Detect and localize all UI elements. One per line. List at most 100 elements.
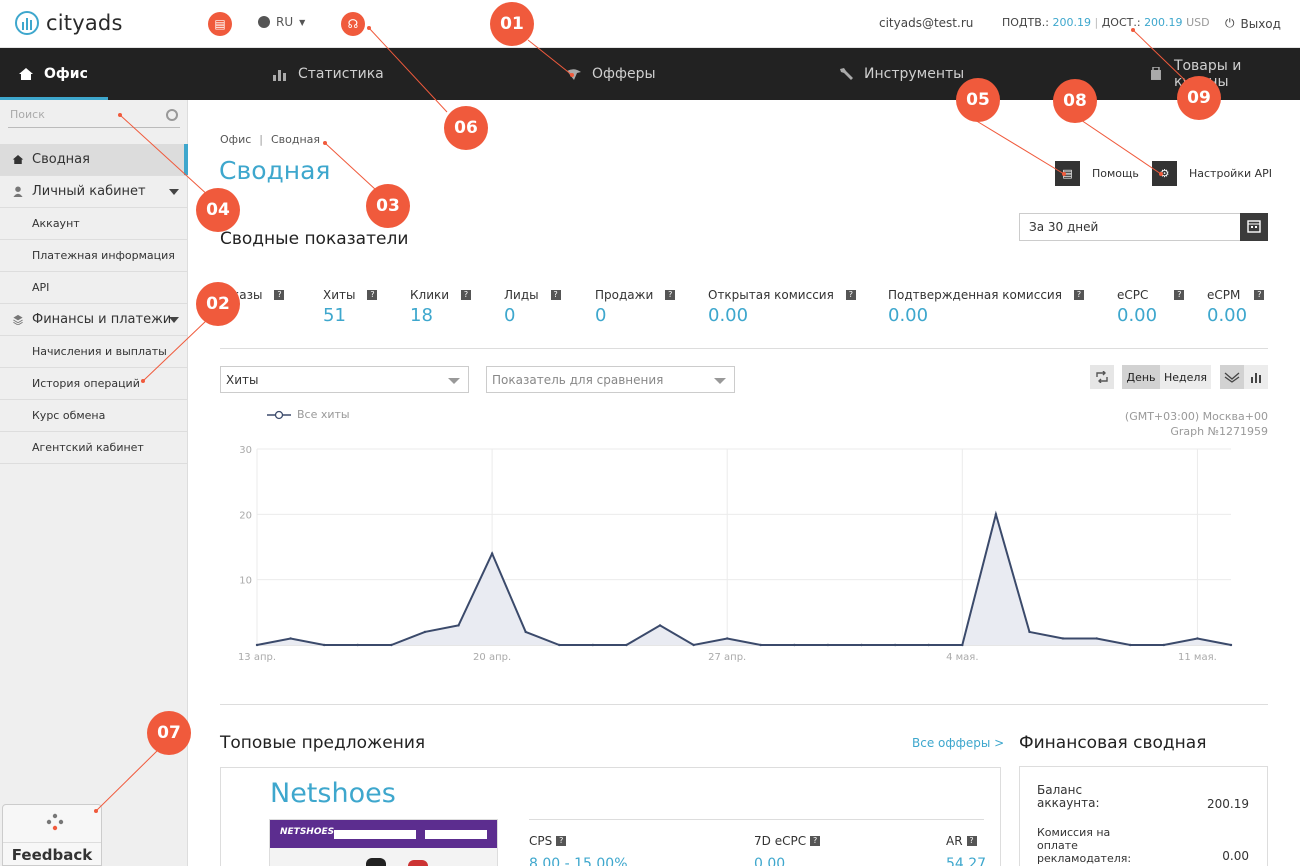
help-icon[interactable]: ? [274,290,285,300]
help-icon[interactable]: ? [367,290,378,300]
logo-text: cityads [46,11,123,35]
user-email[interactable]: cityads@test.ru [879,16,973,30]
help-icon[interactable]: ? [1174,290,1185,300]
help-icon[interactable]: ? [1073,290,1084,300]
sidebar-item-label: Агентский кабинет [32,441,144,454]
sidebar-item-exchange-rate[interactable]: Курс обмена [0,400,188,432]
available-label: ДОСТ.: [1101,16,1141,29]
home-icon [19,68,33,80]
chevron-down-icon [714,378,726,384]
sidebar-item-personal-cabinet[interactable]: Личный кабинет [0,176,188,208]
x-tick-label: 11 мая. [1178,652,1217,663]
chevron-down-icon [448,378,460,384]
sidebar-item-payment-info[interactable]: Платежная информация [0,240,188,272]
nav-label: Статистика [298,66,384,82]
search-input[interactable]: Поиск [8,104,180,128]
period-select[interactable]: За 30 дней [1019,213,1268,241]
x-tick-label: 4 мая. [946,652,978,663]
offer-name[interactable]: Netshoes [270,778,396,809]
data-point [289,637,292,640]
x-tick-label: 20 апр. [473,652,511,663]
feedback-button[interactable]: Feedback [2,804,102,866]
api-settings-button[interactable]: ⚙ Настройки API [1152,161,1272,186]
help-icon[interactable]: ? [461,290,472,300]
annotation-marker: 02 [196,282,240,326]
stat-ecpm: eCPM? 0.00 [1207,288,1265,326]
summary-title: Сводные показатели [220,229,409,249]
help-button[interactable]: ▤ Помощь [1055,161,1139,186]
data-point [1229,643,1233,647]
thumbnail-logo: NETSHOES [280,827,335,837]
stat-value: 0 [595,305,607,326]
help-icon[interactable]: ? [556,836,567,846]
logout-button[interactable]: ⏻ Выход [1225,16,1281,31]
data-point [255,643,259,647]
annotation-marker: 03 [366,184,410,228]
divider [220,704,1268,705]
logo[interactable]: cityads [14,10,123,36]
data-point [860,643,863,647]
sidebar-item-label: Начисления и выплаты [32,345,167,358]
language-selector[interactable]: RU ▼ [258,15,305,29]
breadcrumb-office[interactable]: Офис [220,133,251,146]
week-label: Неделя [1163,370,1208,384]
sidebar-item-summary[interactable]: Сводная [0,144,188,176]
bar-chart-icon [1251,373,1261,383]
search-icon[interactable] [166,109,178,121]
stat-value: 51 [323,305,346,326]
sidebar-item-accruals[interactable]: Начисления и выплаты [0,336,188,368]
compare-select[interactable]: Показатель для сравнения [486,366,735,393]
help-icon[interactable]: ? [1254,290,1265,300]
annotation-marker: 01 [490,2,534,46]
data-point [759,643,762,647]
timezone-label: (GMT+03:00) Москва+00 [1124,410,1268,423]
sidebar-item-account[interactable]: Аккаунт [0,208,188,240]
help-icon[interactable]: ? [810,836,821,846]
nav-item-tools[interactable]: Инструменты [838,48,964,100]
day-toggle[interactable]: День [1122,365,1160,389]
line-chart-toggle[interactable] [1220,365,1244,389]
calendar-button[interactable] [1240,213,1268,241]
help-icon[interactable]: ? [550,290,561,300]
chart-legend[interactable]: Все хиты [267,408,350,421]
thumbnail-search [334,830,416,839]
offer-col-label: 7D eCPC [754,834,807,848]
home-icon [12,155,24,164]
stat-label: Продажи [595,288,654,302]
document-icon[interactable]: ▤ [208,12,232,36]
data-point [356,643,359,647]
annotation-marker: 04 [196,188,240,232]
headset-icon[interactable]: ☊ [341,12,365,36]
sidebar-item-history[interactable]: История операций [0,368,188,400]
nav-item-products[interactable]: Товары и купоны [1148,48,1300,100]
chart-info: (GMT+03:00) Москва+00 Graph №1271959 [1125,409,1268,439]
data-point [1061,637,1065,640]
help-icon[interactable]: ? [966,836,977,846]
annotation-marker: 05 [956,78,1000,122]
bar-chart-toggle[interactable] [1244,365,1268,389]
help-icon[interactable]: ? [665,290,676,300]
y-tick-label: 10 [239,576,252,587]
main-nav: Офис Статистика Офферы Инструменты Товар… [0,48,1300,100]
nav-item-office[interactable]: Офис [0,48,108,100]
stat-value: 0.00 [708,305,749,326]
offer-card[interactable]: Netshoes NETSHOES CPS? 7D eCPC? AR? 8.00… [220,767,1001,866]
all-offers-link[interactable]: Все офферы > [912,736,1004,750]
offer-thumbnail[interactable]: NETSHOES [269,819,498,866]
y-tick-label: 20 [239,510,252,521]
week-toggle[interactable]: Неделя [1160,365,1211,389]
x-tick-label: 13 апр. [238,652,276,663]
sidebar-item-api[interactable]: API [0,272,188,304]
sidebar-item-finance[interactable]: Финансы и платежи [0,304,188,336]
offer-col-label: CPS [529,834,553,848]
metric-select[interactable]: Хиты [220,366,469,393]
sidebar-item-agent-cabinet[interactable]: Агентский кабинет [0,432,188,464]
thumbnail-product [408,860,428,866]
data-point [658,624,662,627]
refresh-button[interactable] [1090,365,1114,389]
help-icon[interactable]: ? [845,290,856,300]
thumbnail-product [366,858,386,866]
nav-item-statistics[interactable]: Статистика [272,48,384,100]
nav-item-offers[interactable]: Офферы [566,48,656,100]
page-title: Сводная [219,156,331,185]
